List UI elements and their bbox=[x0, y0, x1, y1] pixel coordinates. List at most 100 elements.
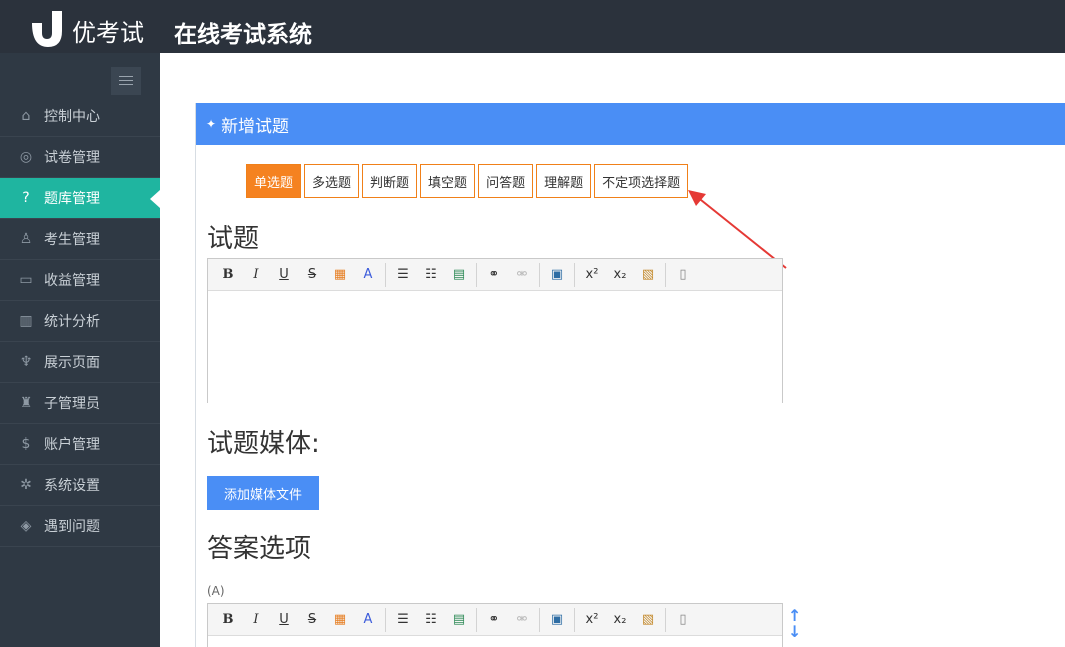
logo-icon bbox=[30, 9, 64, 49]
sidebar-item-label: 统计分析 bbox=[44, 314, 100, 330]
editor-toolbar: B I U S ▦ A ☰ ☷ ▤ ⚭ ⚮ ▣ x² x₂ ▧ ▯ bbox=[208, 259, 782, 291]
tab-question-type-5[interactable]: 理解题 bbox=[536, 164, 592, 198]
top-bar: 优考试 在线考试系统 bbox=[0, 0, 1065, 53]
tree-icon: ♆ bbox=[19, 354, 33, 370]
toolbar-separator bbox=[539, 607, 540, 632]
tab-question-type-4[interactable]: 问答题 bbox=[478, 164, 534, 198]
admin-icon: ♜ bbox=[19, 395, 33, 411]
paste-icon[interactable]: ▧ bbox=[634, 608, 662, 632]
underline-icon[interactable]: U bbox=[270, 263, 298, 287]
panel-title: 新增试题 bbox=[221, 116, 290, 137]
superscript-icon[interactable]: x² bbox=[578, 608, 606, 632]
sidebar-item-label: 收益管理 bbox=[44, 273, 100, 289]
tab-question-type-2[interactable]: 判断题 bbox=[362, 164, 418, 198]
toolbar-separator bbox=[476, 607, 477, 632]
sidebar-item-9[interactable]: ✲ 系统设置 bbox=[0, 465, 160, 506]
toolbar-separator bbox=[574, 607, 575, 632]
toolbar-separator bbox=[665, 262, 666, 287]
italic-icon[interactable]: I bbox=[242, 263, 270, 287]
unordered-list-icon[interactable]: ☷ bbox=[417, 608, 445, 632]
option-a-editor[interactable]: B I U S ▦ A ☰ ☷ ▤ ⚭ ⚮ ▣ x² x₂ ▧ ▯ bbox=[207, 603, 783, 647]
gear-icon: ✲ bbox=[20, 477, 32, 493]
sidebar-item-label: 试卷管理 bbox=[44, 150, 100, 166]
toolbar-separator bbox=[476, 262, 477, 287]
unordered-list-icon[interactable]: ☷ bbox=[417, 263, 445, 287]
tab-question-type-1[interactable]: 多选题 bbox=[304, 164, 360, 198]
table-icon[interactable]: ▤ bbox=[445, 263, 473, 287]
options-heading: 答案选项 bbox=[207, 534, 312, 564]
user-icon: ♙ bbox=[19, 231, 33, 247]
question-heading: 试题 bbox=[207, 224, 260, 254]
question-editor[interactable]: B I U S ▦ A ☰ ☷ ▤ ⚭ ⚮ ▣ x² x₂ ▧ ▯ bbox=[207, 258, 783, 403]
strikethrough-icon[interactable]: S bbox=[298, 263, 326, 287]
gift-icon: ✦ bbox=[206, 117, 217, 131]
sidebar-item-4[interactable]: ▭ 收益管理 bbox=[0, 260, 160, 301]
link-icon[interactable]: ⚭ bbox=[480, 608, 508, 632]
toolbar-separator bbox=[385, 262, 386, 287]
toolbar-separator bbox=[665, 607, 666, 632]
sidebar-item-5[interactable]: ▥ 统计分析 bbox=[0, 301, 160, 342]
ordered-list-icon[interactable]: ☰ bbox=[389, 263, 417, 287]
source-icon[interactable]: ▯ bbox=[669, 608, 697, 632]
sidebar-item-7[interactable]: ♜ 子管理员 bbox=[0, 383, 160, 424]
table-icon[interactable]: ▤ bbox=[445, 608, 473, 632]
unlink-icon[interactable]: ⚮ bbox=[508, 263, 536, 287]
text-color-icon[interactable]: ▦ bbox=[326, 263, 354, 287]
toolbar-separator bbox=[539, 262, 540, 287]
unlink-icon[interactable]: ⚮ bbox=[508, 608, 536, 632]
home-icon: ⌂ bbox=[21, 108, 31, 124]
sidebar: ⌂ 控制中心 ◎ 试卷管理? 题库管理 ♙ 考生管理 ▭ 收益管理 ▥ 统计分析 ♆ 展示页面 ♜ 子管理员… bbox=[0, 53, 160, 647]
tab-question-type-3[interactable]: 填空题 bbox=[420, 164, 476, 198]
sidebar-item-10[interactable]: ◈ 遇到问题 bbox=[0, 506, 160, 547]
move-down-icon[interactable]: ↓ bbox=[788, 624, 808, 640]
bar-chart-icon: ▥ bbox=[19, 313, 33, 329]
superscript-icon[interactable]: x² bbox=[578, 263, 606, 287]
system-title: 在线考试系统 bbox=[174, 22, 312, 48]
sidebar-item-8[interactable]: $ 账户管理 bbox=[0, 424, 160, 465]
add-media-button[interactable]: 添加媒体文件 bbox=[207, 476, 319, 510]
clear-format-icon[interactable]: A bbox=[354, 263, 382, 287]
sidebar-item-3[interactable]: ♙ 考生管理 bbox=[0, 219, 160, 260]
sidebar-nav: ⌂ 控制中心 ◎ 试卷管理? 题库管理 ♙ 考生管理 ▭ 收益管理 ▥ 统计分析 ♆ 展示页面 ♜ 子管理员… bbox=[0, 96, 160, 547]
question-textarea[interactable] bbox=[208, 291, 782, 403]
dollar-icon: $ bbox=[21, 436, 31, 452]
sidebar-item-label: 遇到问题 bbox=[44, 519, 100, 535]
bold-icon[interactable]: B bbox=[214, 263, 242, 287]
tag-icon: ◈ bbox=[20, 518, 32, 534]
sidebar-item-label: 账户管理 bbox=[44, 437, 100, 453]
paste-icon[interactable]: ▧ bbox=[634, 263, 662, 287]
image-icon[interactable]: ▣ bbox=[543, 263, 571, 287]
link-icon[interactable]: ⚭ bbox=[480, 263, 508, 287]
sidebar-item-label: 题库管理 bbox=[44, 191, 100, 207]
underline-icon[interactable]: U bbox=[270, 608, 298, 632]
tab-question-type-0[interactable]: 单选题 bbox=[246, 164, 302, 198]
bold-icon[interactable]: B bbox=[214, 608, 242, 632]
sidebar-item-2[interactable]: ? 题库管理 bbox=[0, 178, 160, 219]
sidebar-item-6[interactable]: ♆ 展示页面 bbox=[0, 342, 160, 383]
new-question-panel: ✦ 新增试题 单选题 多选题 判断题 填空题 问答题 理解题 不定项选择题 试题 B I U… bbox=[195, 103, 1065, 647]
tab-question-type-6[interactable]: 不定项选择题 bbox=[594, 164, 689, 198]
sort-arrows: ↑ ↓ bbox=[788, 608, 808, 640]
strikethrough-icon[interactable]: S bbox=[298, 608, 326, 632]
card-icon: ▭ bbox=[19, 272, 33, 288]
clear-format-icon[interactable]: A bbox=[354, 608, 382, 632]
sidebar-item-1[interactable]: ◎ 试卷管理 bbox=[0, 137, 160, 178]
sidebar-item-label: 展示页面 bbox=[44, 355, 100, 371]
sidebar-item-label: 考生管理 bbox=[44, 232, 100, 248]
subscript-icon[interactable]: x₂ bbox=[606, 608, 634, 632]
source-icon[interactable]: ▯ bbox=[669, 263, 697, 287]
question-type-tabs: 单选题 多选题 判断题 填空题 问答题 理解题 不定项选择题 bbox=[246, 164, 691, 198]
editor-toolbar: B I U S ▦ A ☰ ☷ ▤ ⚭ ⚮ ▣ x² x₂ ▧ ▯ bbox=[208, 604, 782, 636]
sidebar-item-label: 子管理员 bbox=[44, 396, 100, 412]
subscript-icon[interactable]: x₂ bbox=[606, 263, 634, 287]
question-circle-icon: ? bbox=[22, 190, 30, 206]
text-color-icon[interactable]: ▦ bbox=[326, 608, 354, 632]
sidebar-item-label: 控制中心 bbox=[44, 109, 100, 125]
ordered-list-icon[interactable]: ☰ bbox=[389, 608, 417, 632]
image-icon[interactable]: ▣ bbox=[543, 608, 571, 632]
menu-toggle-icon[interactable] bbox=[111, 67, 141, 95]
sidebar-item-0[interactable]: ⌂ 控制中心 bbox=[0, 96, 160, 137]
option-a-label: (A) bbox=[207, 584, 225, 598]
brand-name[interactable]: 优考试 bbox=[72, 13, 144, 48]
italic-icon[interactable]: I bbox=[242, 608, 270, 632]
